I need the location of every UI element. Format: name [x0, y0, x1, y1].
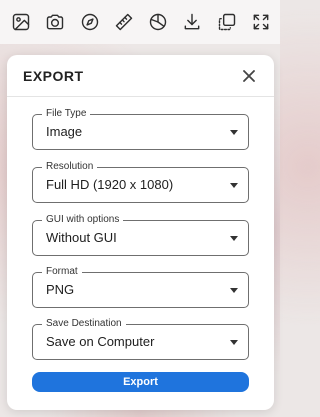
dialog-title: EXPORT: [23, 67, 84, 84]
export-dialog: EXPORT File Type Image Resolution Full H…: [7, 55, 274, 410]
gui-options-label: GUI with options: [42, 213, 124, 227]
close-icon[interactable]: [242, 69, 256, 83]
save-destination-value: Save on Computer: [46, 334, 155, 349]
file-type-select[interactable]: File Type Image: [32, 107, 249, 150]
gui-options-value: Without GUI: [46, 230, 117, 245]
ruler-icon[interactable]: [113, 11, 135, 33]
download-icon[interactable]: [181, 11, 203, 33]
resolution-select[interactable]: Resolution Full HD (1920 x 1080): [32, 160, 249, 203]
copy-icon[interactable]: [216, 11, 238, 33]
resolution-value: Full HD (1920 x 1080): [46, 177, 174, 192]
export-button[interactable]: Export: [32, 372, 249, 392]
chevron-down-icon: [230, 236, 238, 241]
chevron-down-icon: [230, 340, 238, 345]
chevron-down-icon: [230, 130, 238, 135]
format-label: Format: [42, 265, 82, 279]
format-select[interactable]: Format PNG: [32, 265, 249, 308]
gui-options-select[interactable]: GUI with options Without GUI: [32, 213, 249, 256]
compass-icon[interactable]: [79, 11, 101, 33]
chevron-down-icon: [230, 183, 238, 188]
file-type-value: Image: [46, 124, 83, 139]
save-destination-select[interactable]: Save Destination Save on Computer: [32, 317, 249, 360]
fullscreen-icon[interactable]: [250, 11, 272, 33]
chart-pie-icon[interactable]: [147, 11, 169, 33]
dialog-header: EXPORT: [7, 55, 274, 97]
file-type-label: File Type: [42, 107, 91, 121]
save-destination-label: Save Destination: [42, 317, 126, 331]
image-icon[interactable]: [10, 11, 32, 33]
resolution-label: Resolution: [42, 160, 98, 174]
chevron-down-icon: [230, 288, 238, 293]
toolbar: [0, 0, 280, 44]
camera-icon[interactable]: [44, 11, 66, 33]
format-value: PNG: [46, 282, 75, 297]
